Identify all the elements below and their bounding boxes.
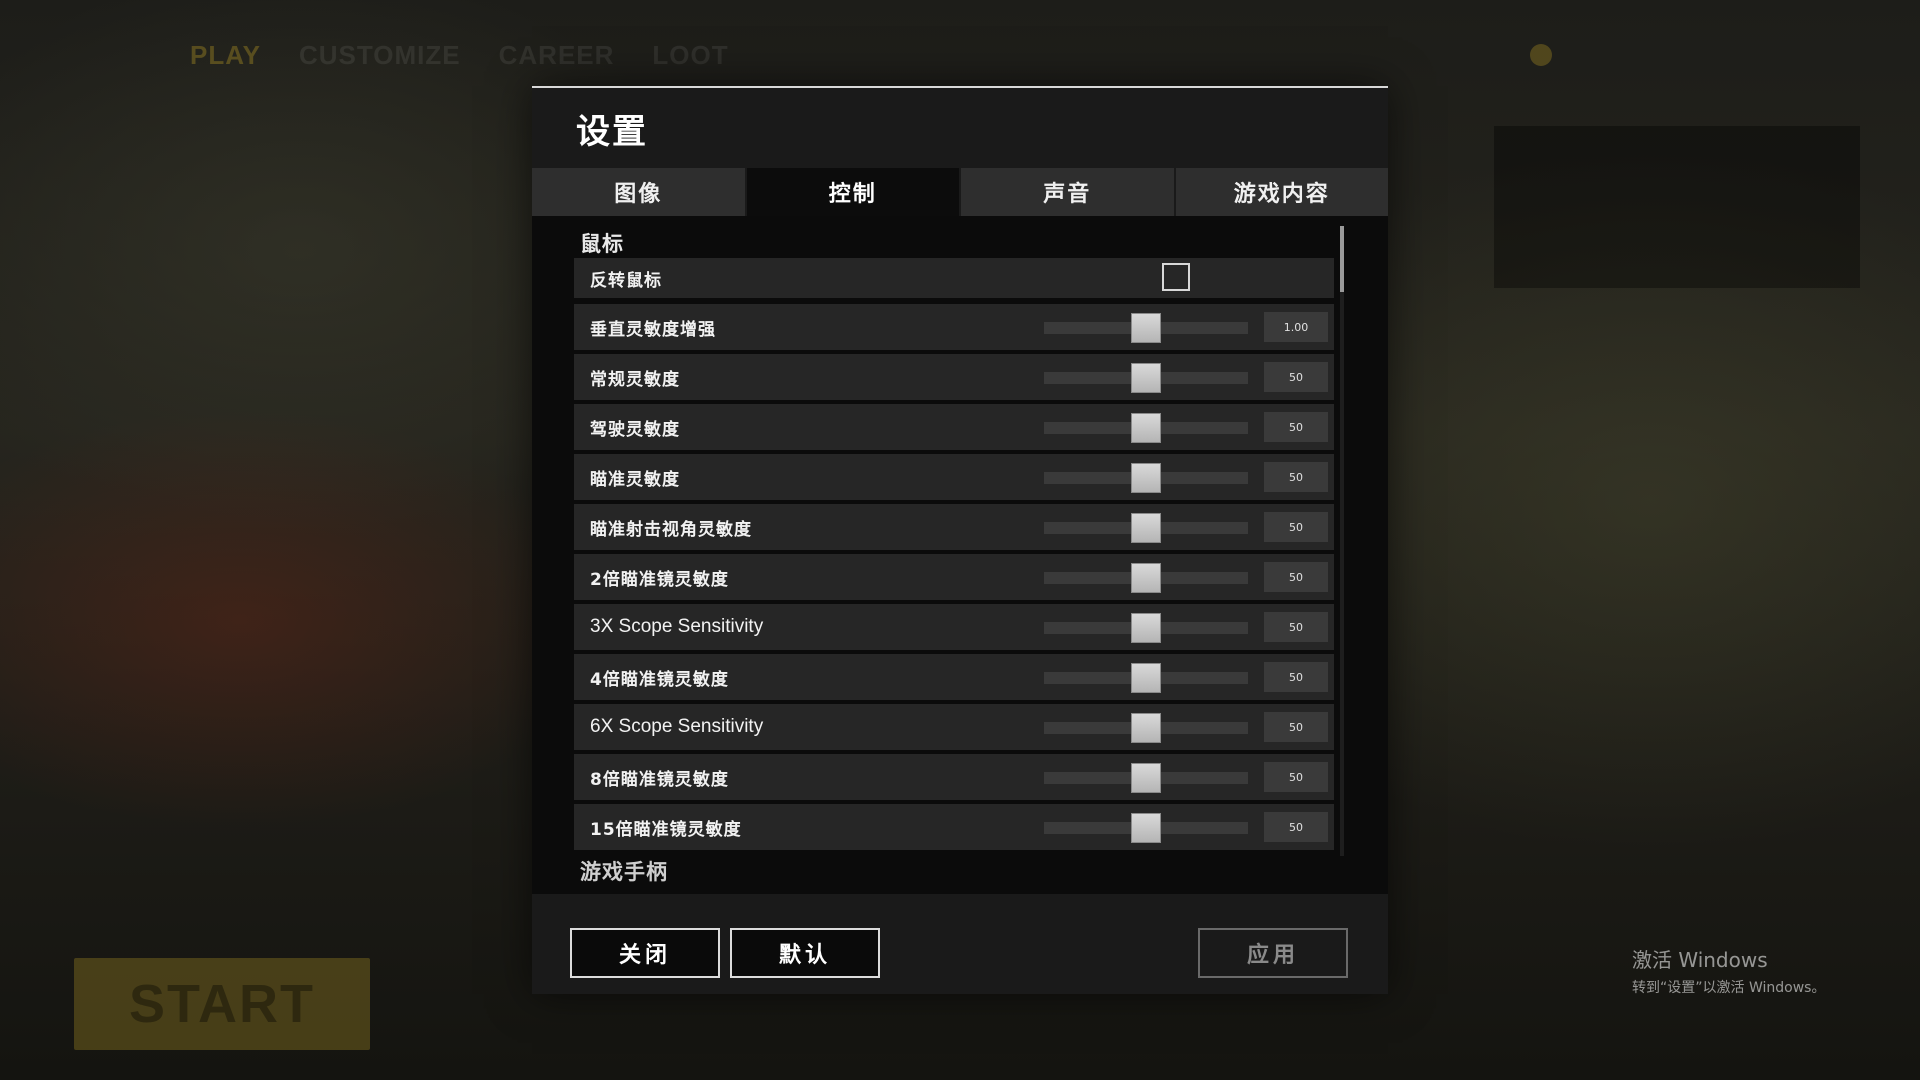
sensitivity-slider-track[interactable] (1044, 763, 1248, 793)
dialog-title: 设置 (576, 112, 648, 152)
bg-nav-item: CUSTOMIZE (298, 40, 461, 70)
bg-nav-item: PLAY (190, 40, 261, 70)
setting-row-slider: 3X Scope Sensitivity 50 (574, 604, 1334, 650)
dialog-footer: 关闭 默认 应用 (532, 894, 1388, 994)
tab-graphics[interactable]: 图像 (532, 168, 745, 216)
setting-row-slider: 6X Scope Sensitivity 50 (574, 704, 1334, 750)
slider-thumb[interactable] (1131, 713, 1161, 743)
slider-thumb[interactable] (1131, 563, 1161, 593)
setting-row-slider: 瞄准射击视角灵敏度 50 (574, 504, 1334, 550)
section-title-gamepad: 游戏手柄 (580, 860, 668, 884)
slider-thumb[interactable] (1131, 763, 1161, 793)
slider-value-input[interactable]: 50 (1264, 412, 1328, 442)
apply-button[interactable]: 应用 (1198, 928, 1348, 978)
setting-label: 反转鼠标 (590, 270, 662, 291)
setting-row-slider: 驾驶灵敏度 50 (574, 404, 1334, 450)
setting-label: 驾驶灵敏度 (590, 419, 680, 440)
slider-thumb[interactable] (1131, 463, 1161, 493)
setting-label: 6X Scope Sensitivity (590, 716, 764, 737)
slider-thumb[interactable] (1131, 813, 1161, 843)
setting-row-slider: 4倍瞄准镜灵敏度 50 (574, 654, 1334, 700)
sensitivity-slider-track[interactable] (1044, 463, 1248, 493)
settings-content: 鼠标 反转鼠标 垂直灵敏度增强 1.00 常规灵敏度 50 驾驶灵敏度 50 瞄准灵敏度 50… (532, 216, 1388, 894)
setting-label: 瞄准灵敏度 (590, 469, 680, 490)
setting-row-slider: 2倍瞄准镜灵敏度 50 (574, 554, 1334, 600)
watermark-title: 激活 Windows (1632, 948, 1768, 972)
setting-label: 4倍瞄准镜灵敏度 (590, 669, 729, 690)
setting-label: 8倍瞄准镜灵敏度 (590, 769, 729, 790)
setting-label: 常规灵敏度 (590, 369, 680, 390)
setting-row-slider: 15倍瞄准镜灵敏度 50 (574, 804, 1334, 850)
dialog-top-border (532, 86, 1388, 88)
slider-value-input[interactable]: 50 (1264, 812, 1328, 842)
watermark-subtitle: 转到“设置”以激活 Windows。 (1632, 980, 1826, 996)
background-start-button: START (74, 958, 370, 1050)
sensitivity-slider-track[interactable] (1044, 663, 1248, 693)
setting-label: 15倍瞄准镜灵敏度 (590, 819, 742, 840)
background-top-nav: PLAY CUSTOMIZE CAREER LOOT (190, 40, 729, 71)
bg-nav-item: LOOT (652, 40, 729, 70)
setting-row-invert-mouse: 反转鼠标 (574, 258, 1334, 298)
sensitivity-slider-track[interactable] (1044, 563, 1248, 593)
tab-gameplay[interactable]: 游戏内容 (1175, 168, 1388, 216)
windows-activation-watermark: 激活 Windows 转到“设置”以激活 Windows。 (1632, 944, 1825, 997)
slider-value-input[interactable]: 1.00 (1264, 312, 1328, 342)
sensitivity-slider-track[interactable] (1044, 413, 1248, 443)
slider-value-input[interactable]: 50 (1264, 662, 1328, 692)
coin-icon (1530, 44, 1552, 66)
setting-row-slider: 8倍瞄准镜灵敏度 50 (574, 754, 1334, 800)
slider-thumb[interactable] (1131, 613, 1161, 643)
default-button[interactable]: 默认 (730, 928, 880, 978)
settings-rows: 反转鼠标 垂直灵敏度增强 1.00 常规灵敏度 50 驾驶灵敏度 50 瞄准灵敏度 50 瞄准射… (574, 258, 1334, 854)
background-promo-panel (1494, 126, 1860, 288)
sensitivity-slider-track[interactable] (1044, 363, 1248, 393)
section-title-mouse: 鼠标 (580, 232, 624, 256)
slider-thumb[interactable] (1131, 363, 1161, 393)
setting-row-slider: 常规灵敏度 50 (574, 354, 1334, 400)
sensitivity-slider-track[interactable] (1044, 513, 1248, 543)
sensitivity-slider-track[interactable] (1044, 813, 1248, 843)
setting-row-slider: 瞄准灵敏度 50 (574, 454, 1334, 500)
slider-thumb[interactable] (1131, 513, 1161, 543)
setting-label: 垂直灵敏度增强 (590, 319, 716, 340)
slider-value-input[interactable]: 50 (1264, 512, 1328, 542)
sensitivity-slider-track[interactable] (1044, 613, 1248, 643)
slider-value-input[interactable]: 50 (1264, 762, 1328, 792)
scrollbar-thumb[interactable] (1340, 226, 1344, 292)
slider-value-input[interactable]: 50 (1264, 612, 1328, 642)
tab-controls[interactable]: 控制 (746, 168, 959, 216)
slider-thumb[interactable] (1131, 313, 1161, 343)
setting-label: 2倍瞄准镜灵敏度 (590, 569, 729, 590)
setting-label: 瞄准射击视角灵敏度 (590, 519, 752, 540)
slider-value-input[interactable]: 50 (1264, 712, 1328, 742)
slider-value-input[interactable]: 50 (1264, 562, 1328, 592)
settings-tabs: 图像 控制 声音 游戏内容 (532, 168, 1388, 216)
setting-row-slider: 垂直灵敏度增强 1.00 (574, 304, 1334, 350)
close-button[interactable]: 关闭 (570, 928, 720, 978)
slider-value-input[interactable]: 50 (1264, 362, 1328, 392)
sensitivity-slider-track[interactable] (1044, 313, 1248, 343)
slider-value-input[interactable]: 50 (1264, 462, 1328, 492)
tab-sound[interactable]: 声音 (961, 168, 1174, 216)
sensitivity-slider-track[interactable] (1044, 713, 1248, 743)
slider-thumb[interactable] (1131, 413, 1161, 443)
content-scrollbar[interactable] (1340, 226, 1344, 856)
bg-nav-item: CAREER (498, 40, 615, 70)
setting-label: 3X Scope Sensitivity (590, 616, 764, 637)
invert-mouse-checkbox[interactable] (1162, 263, 1190, 291)
settings-dialog: 设置 图像 控制 声音 游戏内容 鼠标 反转鼠标 垂直灵敏度增强 1.00 常规灵敏… (532, 86, 1388, 994)
slider-thumb[interactable] (1131, 663, 1161, 693)
